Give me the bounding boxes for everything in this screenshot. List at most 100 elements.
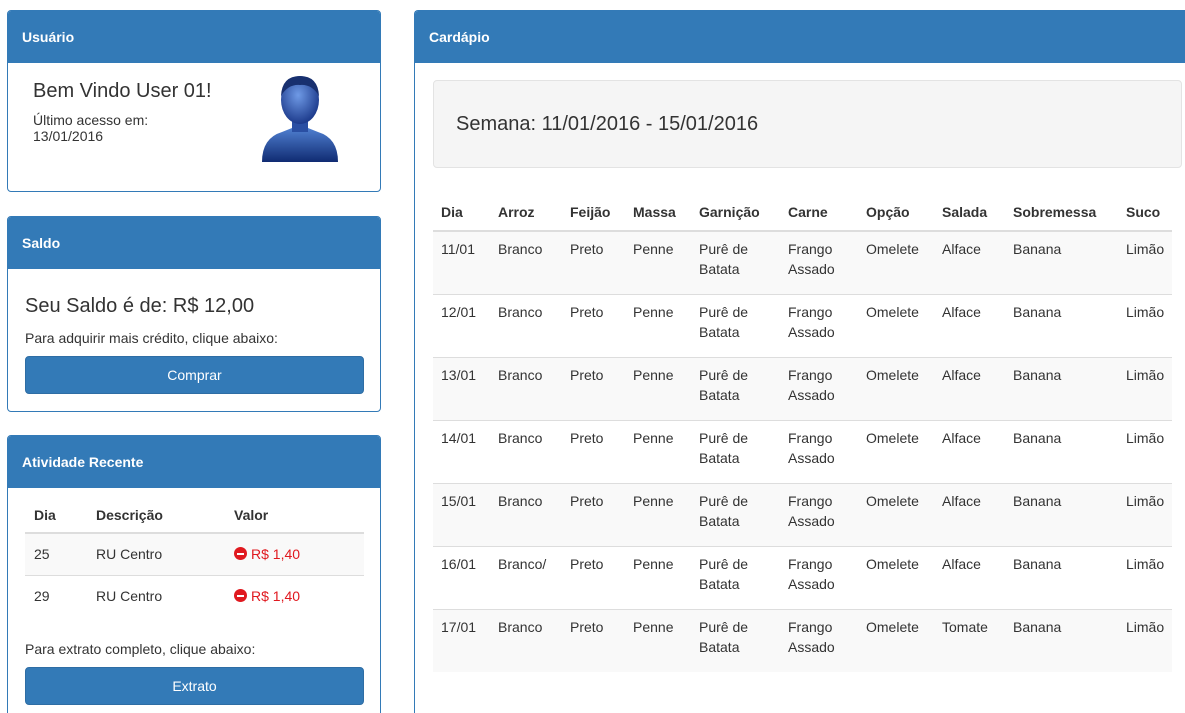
buy-button[interactable]: Comprar: [25, 356, 364, 394]
menu-cell-salada: Alface: [934, 356, 1005, 420]
last-access-date: 13/01/2016: [33, 128, 104, 144]
menu-cell-massa: Penne: [625, 356, 691, 420]
menu-cell-massa: Penne: [625, 419, 691, 483]
menu-cell-opcao: Omelete: [858, 482, 934, 546]
col-header-carne: Carne: [780, 194, 858, 232]
menu-cell-sobremesa: Banana: [1005, 608, 1118, 672]
menu-cell-opcao: Omelete: [858, 608, 934, 672]
last-access-info: Último acesso em: 13/01/2016: [33, 112, 193, 144]
col-header-garnicao: Garnição: [691, 194, 780, 232]
menu-panel-title: Cardápio: [415, 11, 1185, 63]
menu-cell-carne: Frango Assado: [780, 608, 858, 672]
col-header-dia: Dia: [25, 498, 87, 534]
activity-table: Dia Descrição Valor 25 RU Centro R$ 1,40…: [25, 498, 364, 617]
activity-value-text: R$ 1,40: [251, 545, 301, 562]
menu-cell-suco: Limão: [1118, 545, 1173, 609]
menu-cell-sobremesa: Banana: [1005, 545, 1118, 609]
table-row: 17/01 Branco Preto Penne Purê de Batata Frang…: [433, 608, 1173, 672]
activity-day: 29: [25, 574, 87, 617]
menu-cell-arroz: Branco/: [490, 545, 562, 609]
statement-hint: Para extrato completo, clique abaixo:: [25, 641, 256, 657]
activity-description: RU Centro: [87, 574, 225, 617]
menu-cell-carne: Frango Assado: [780, 356, 858, 420]
col-header-suco: Suco: [1118, 194, 1173, 232]
menu-cell-dia: 13/01: [433, 356, 490, 420]
menu-cell-feijao: Preto: [562, 356, 625, 420]
recent-activity-title: Atividade Recente: [8, 436, 380, 488]
menu-cell-garnicao: Purê de Batata: [691, 419, 780, 483]
menu-cell-garnicao: Purê de Batata: [691, 608, 780, 672]
menu-cell-massa: Penne: [625, 230, 691, 294]
balance-text: Seu Saldo é de: R$ 12,00: [25, 295, 255, 317]
menu-cell-massa: Penne: [625, 482, 691, 546]
welcome-message: Bem Vindo User 01!: [33, 80, 212, 102]
minus-circle-icon: [234, 589, 247, 602]
buy-credit-hint: Para adquirir mais crédito, clique abaix…: [25, 330, 278, 346]
menu-cell-feijao: Preto: [562, 230, 625, 294]
menu-cell-suco: Limão: [1118, 419, 1173, 483]
menu-cell-arroz: Branco: [490, 482, 562, 546]
menu-cell-massa: Penne: [625, 545, 691, 609]
balance-panel: Saldo Seu Saldo é de: R$ 12,00 Para adqu…: [7, 216, 381, 412]
menu-cell-garnicao: Purê de Batata: [691, 293, 780, 357]
user-avatar-icon: [258, 72, 342, 166]
menu-cell-carne: Frango Assado: [780, 419, 858, 483]
menu-cell-garnicao: Purê de Batata: [691, 545, 780, 609]
menu-cell-opcao: Omelete: [858, 419, 934, 483]
menu-cell-suco: Limão: [1118, 356, 1173, 420]
menu-cell-carne: Frango Assado: [780, 293, 858, 357]
menu-cell-salada: Alface: [934, 545, 1005, 609]
menu-cell-dia: 17/01: [433, 608, 490, 672]
table-row: 13/01 Branco Preto Penne Purê de Batata Frang…: [433, 356, 1173, 420]
menu-cell-garnicao: Purê de Batata: [691, 482, 780, 546]
menu-cell-suco: Limão: [1118, 482, 1173, 546]
menu-cell-dia: 11/01: [433, 230, 490, 294]
col-header-sobremesa: Sobremessa: [1005, 194, 1118, 232]
col-header-massa: Massa: [625, 194, 691, 232]
col-header-valor: Valor: [225, 498, 364, 534]
menu-cell-feijao: Preto: [562, 293, 625, 357]
activity-value: R$ 1,40: [234, 588, 300, 604]
menu-cell-suco: Limão: [1118, 293, 1173, 357]
minus-circle-icon: [234, 547, 247, 560]
menu-cell-feijao: Preto: [562, 482, 625, 546]
col-header-feijao: Feijão: [562, 194, 625, 232]
menu-cell-carne: Frango Assado: [780, 230, 858, 294]
menu-cell-dia: 12/01: [433, 293, 490, 357]
menu-cell-sobremesa: Banana: [1005, 293, 1118, 357]
table-row: 15/01 Branco Preto Penne Purê de Batata Frang…: [433, 482, 1173, 546]
menu-cell-dia: 16/01: [433, 545, 490, 609]
menu-cell-feijao: Preto: [562, 545, 625, 609]
menu-cell-opcao: Omelete: [858, 230, 934, 294]
menu-cell-suco: Limão: [1118, 230, 1173, 294]
menu-cell-sobremesa: Banana: [1005, 419, 1118, 483]
menu-cell-dia: 14/01: [433, 419, 490, 483]
balance-panel-title: Saldo: [8, 217, 380, 269]
statement-button[interactable]: Extrato: [25, 667, 364, 705]
menu-cell-sobremesa: Banana: [1005, 230, 1118, 294]
table-row: 14/01 Branco Preto Penne Purê de Batata Frang…: [433, 419, 1173, 483]
menu-cell-sobremesa: Banana: [1005, 356, 1118, 420]
week-range: Semana: 11/01/2016 - 15/01/2016: [433, 80, 1182, 168]
menu-cell-salada: Alface: [934, 482, 1005, 546]
menu-cell-opcao: Omelete: [858, 293, 934, 357]
table-row: 11/01 Branco Preto Penne Purê de Batata Frang…: [433, 230, 1173, 294]
menu-cell-feijao: Preto: [562, 608, 625, 672]
menu-cell-massa: Penne: [625, 608, 691, 672]
menu-panel: Cardápio Semana: 11/01/2016 - 15/01/2016…: [414, 10, 1185, 713]
col-header-dia: Dia: [433, 194, 490, 232]
menu-cell-dia: 15/01: [433, 482, 490, 546]
activity-description: RU Centro: [87, 532, 225, 575]
menu-cell-arroz: Branco: [490, 356, 562, 420]
col-header-salada: Salada: [934, 194, 1005, 232]
activity-value: R$ 1,40: [234, 546, 300, 562]
menu-cell-carne: Frango Assado: [780, 482, 858, 546]
table-row: 29 RU Centro R$ 1,40: [25, 574, 364, 617]
menu-cell-opcao: Omelete: [858, 545, 934, 609]
menu-cell-suco: Limão: [1118, 608, 1173, 672]
menu-cell-salada: Alface: [934, 293, 1005, 357]
menu-cell-salada: Tomate: [934, 608, 1005, 672]
menu-cell-arroz: Branco: [490, 419, 562, 483]
recent-activity-panel: Atividade Recente Dia Descrição Valor 25…: [7, 435, 381, 713]
col-header-opcao: Opção: [858, 194, 934, 232]
